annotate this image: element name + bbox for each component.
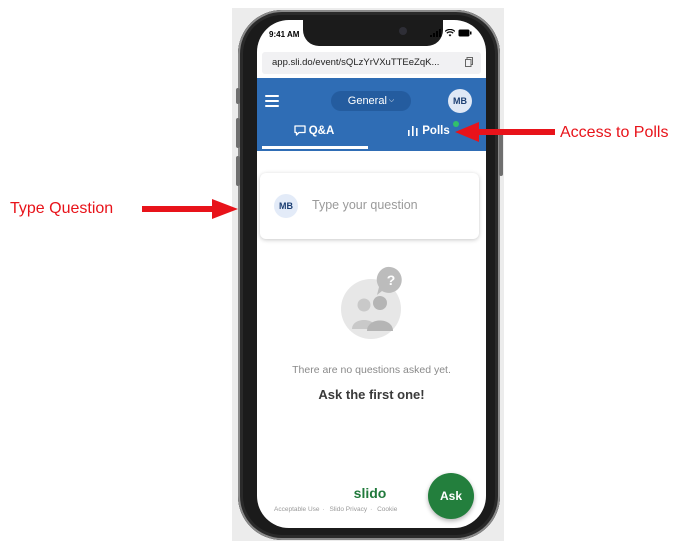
question-card[interactable]: MB bbox=[260, 173, 479, 239]
footer-link-cookie[interactable]: Cookie bbox=[377, 506, 397, 513]
chevron-down-icon: ⌵ bbox=[388, 97, 395, 104]
wifi-icon bbox=[444, 28, 455, 37]
phone-notch bbox=[303, 20, 443, 46]
arrow-to-question-input bbox=[142, 199, 238, 219]
copy-icon[interactable] bbox=[465, 57, 473, 67]
footer-separator: · bbox=[370, 506, 373, 513]
url-text: app.sli.do/event/sQLzYrVXuTTEeZqK... bbox=[272, 57, 440, 68]
speech-bubble-icon bbox=[294, 125, 306, 136]
phone-volume-up bbox=[236, 118, 240, 148]
footer-separator: · bbox=[322, 506, 325, 513]
app-header: General ⌵ MB Q&A Polls bbox=[257, 78, 486, 151]
ask-button[interactable]: Ask bbox=[428, 473, 474, 519]
browser-url-bar[interactable]: app.sli.do/event/sQLzYrVXuTTEeZqK... bbox=[262, 52, 481, 74]
slido-logo: slido bbox=[353, 485, 387, 501]
battery-icon bbox=[458, 29, 472, 37]
question-input[interactable] bbox=[312, 192, 462, 218]
bar-chart-icon bbox=[408, 126, 418, 136]
footer-links: Acceptable Use · Slido Privacy · Cookie bbox=[274, 506, 400, 513]
avatar: MB bbox=[274, 194, 298, 218]
svg-text:?: ? bbox=[387, 272, 396, 288]
phone-screen: 9:41 AM app.sli.do/event/sQLzYrVXuTTEeZq… bbox=[257, 20, 486, 528]
arrow-to-polls bbox=[455, 122, 555, 142]
tab-qa-label: Q&A bbox=[308, 125, 335, 137]
status-icons bbox=[429, 28, 472, 39]
empty-state-message: There are no questions asked yet. bbox=[292, 364, 451, 376]
tab-polls-label: Polls bbox=[422, 125, 450, 137]
menu-icon[interactable] bbox=[265, 95, 279, 107]
annotation-access-polls: Access to Polls bbox=[560, 124, 669, 141]
phone-mute-switch bbox=[236, 88, 240, 104]
footer-link-acceptable-use[interactable]: Acceptable Use bbox=[274, 506, 320, 513]
room-selector[interactable]: General ⌵ bbox=[331, 91, 411, 111]
people-question-icon: ? bbox=[341, 266, 402, 339]
cellular-icon bbox=[429, 29, 441, 37]
room-selector-label: General bbox=[347, 95, 387, 107]
footer-link-privacy[interactable]: Slido Privacy bbox=[330, 506, 368, 513]
phone-volume-down bbox=[236, 156, 240, 186]
annotation-type-question: Type Question bbox=[10, 200, 114, 217]
empty-state-cta: Ask the first one! bbox=[318, 387, 425, 402]
active-tab-indicator bbox=[262, 146, 368, 149]
camera-icon bbox=[399, 27, 407, 35]
avatar[interactable]: MB bbox=[448, 89, 472, 113]
status-time: 9:41 AM bbox=[269, 30, 300, 39]
